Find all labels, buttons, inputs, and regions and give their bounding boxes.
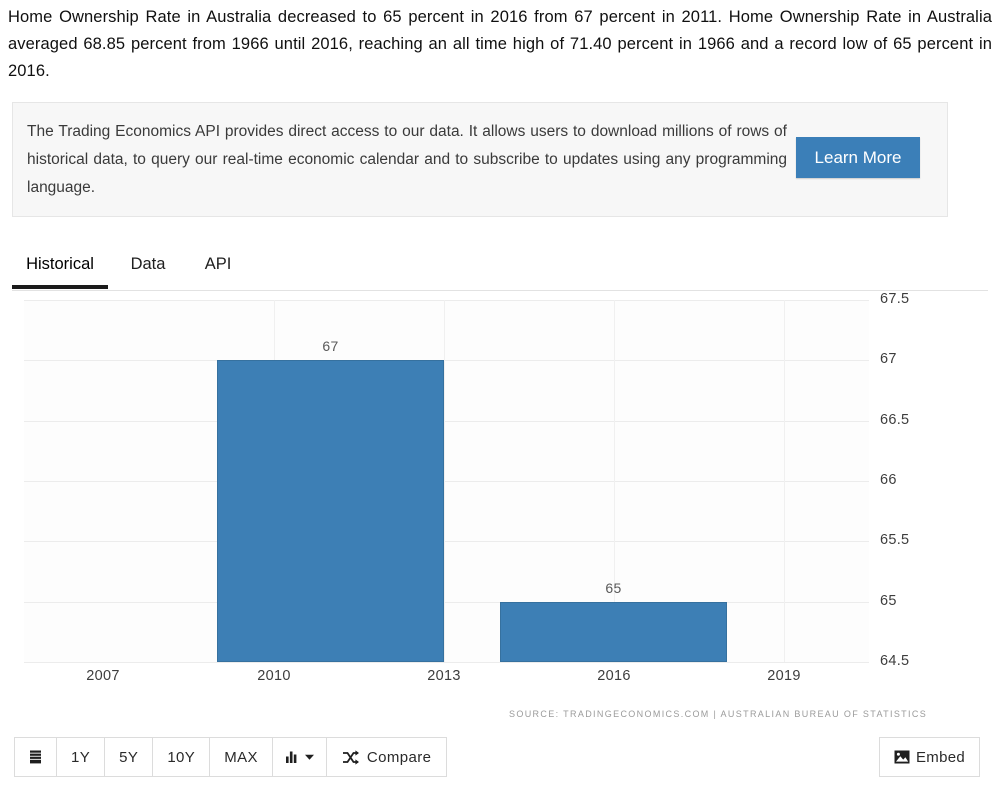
chart-type-dropdown[interactable] [272, 738, 327, 776]
chart-toolbar: 1Y 5Y 10Y MAX Compare [14, 737, 448, 777]
compare-label: Compare [366, 748, 432, 766]
bar-chart-icon [285, 751, 297, 763]
api-promo-text: The Trading Economics API provides direc… [27, 123, 787, 196]
chart-area[interactable]: SOURCE: TRADINGECONOMICS.COM | AUSTRALIA… [12, 291, 988, 719]
tab-bar: Historical Data API [12, 246, 988, 291]
y-axis-tick-label: 65 [880, 593, 897, 609]
chart-bar[interactable] [500, 602, 727, 662]
intro-paragraph: Home Ownership Rate in Australia decreas… [8, 8, 992, 80]
y-axis-tick-label: 64.5 [880, 653, 910, 669]
gridline-horizontal [24, 540, 869, 542]
gridline-horizontal [24, 601, 869, 603]
x-axis-tick-label: 2016 [597, 668, 631, 684]
y-axis-tick-label: 66 [880, 472, 897, 488]
x-axis-tick-label: 2010 [257, 668, 291, 684]
range-button-10y[interactable]: 10Y [153, 738, 211, 776]
y-axis-tick-label: 66.5 [880, 412, 910, 428]
x-axis-tick-label: 2007 [86, 668, 120, 684]
x-axis-tick-label: 2019 [767, 668, 801, 684]
range-button-max[interactable]: MAX [210, 738, 273, 776]
compare-button[interactable]: Compare [326, 738, 447, 776]
api-promo-banner: The Trading Economics API provides direc… [12, 102, 948, 217]
chevron-down-icon [304, 754, 314, 760]
gridline-horizontal [24, 420, 869, 422]
range-button-5y[interactable]: 5Y [105, 738, 154, 776]
tab-historical[interactable]: Historical [12, 246, 108, 289]
y-axis-tick-label: 67.5 [880, 291, 910, 307]
gridline-horizontal [24, 480, 869, 482]
chart-source-attribution: SOURCE: TRADINGECONOMICS.COM | AUSTRALIA… [509, 709, 928, 719]
learn-more-button[interactable]: Learn More [796, 137, 920, 178]
chart-plot-region[interactable] [24, 299, 869, 663]
gridline-vertical [783, 300, 785, 662]
range-button-1y[interactable]: 1Y [57, 738, 106, 776]
tab-api[interactable]: API [197, 246, 239, 289]
calendar-icon-glyph [30, 750, 41, 763]
gridline-horizontal [24, 299, 869, 301]
y-axis-tick-label: 65.5 [880, 532, 910, 548]
image-icon [894, 750, 910, 764]
calendar-icon[interactable] [15, 738, 57, 776]
x-axis-tick-label: 2013 [427, 668, 461, 684]
y-axis-tick-label: 67 [880, 351, 897, 367]
embed-label: Embed [915, 748, 966, 766]
embed-button[interactable]: Embed [879, 737, 980, 777]
gridline-horizontal [24, 661, 869, 663]
tab-data[interactable]: Data [124, 246, 172, 289]
chart-bar[interactable] [217, 360, 444, 662]
bar-value-label: 65 [605, 580, 622, 596]
gridline-horizontal [24, 359, 869, 361]
shuffle-icon [342, 749, 359, 765]
bar-value-label: 67 [322, 338, 339, 354]
